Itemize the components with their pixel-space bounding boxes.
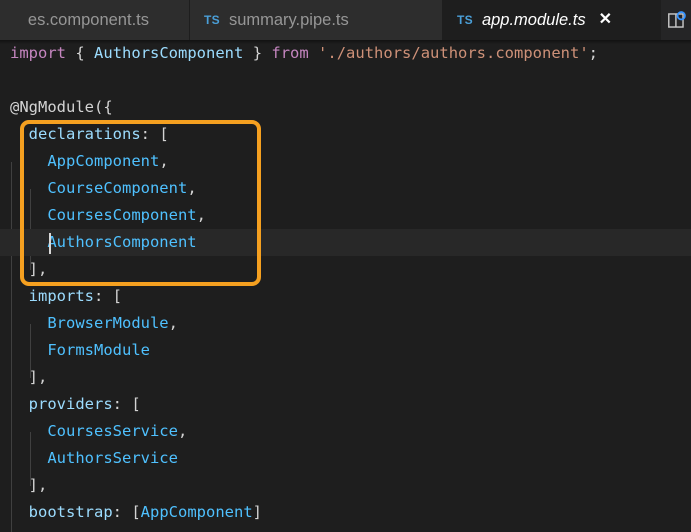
code-token: AuthorsComponent [47,233,196,251]
code-token: : [ [113,395,141,413]
code-line[interactable]: providers: [ [0,391,691,418]
code-token [10,152,47,170]
code-token: imports [29,287,94,305]
code-token [10,422,47,440]
typescript-file-icon: TS [204,13,220,27]
code-token: AppComponent [47,152,159,170]
code-token: CoursesService [47,422,178,440]
code-line[interactable]: CoursesComponent, [0,202,691,229]
code-line[interactable]: AppComponent, [0,148,691,175]
code-token: , [187,179,196,197]
tab-app-module[interactable]: TS app.module.ts ✕ [443,0,661,40]
tab-courses-component[interactable]: es.component.ts [0,0,190,40]
editor-action-bar [663,0,691,40]
code-token: BrowserModule [47,314,168,332]
code-token: : [ [94,287,122,305]
code-token: : [ [113,503,141,521]
code-token: ], [29,260,48,278]
code-token: ], [29,368,48,386]
code-token: CoursesComponent [47,206,196,224]
code-line[interactable] [0,67,691,94]
code-token: { [75,44,84,62]
code-token: FormsModule [47,341,150,359]
code-token: import [10,44,66,62]
code-line[interactable]: AuthorsComponent [0,229,691,256]
code-token [10,503,29,521]
code-token [10,233,47,251]
code-line[interactable]: import { AuthorsComponent } from './auth… [0,40,691,67]
code-token [10,314,47,332]
code-line[interactable]: bootstrap: [AppComponent] [0,499,691,526]
code-token: , [178,422,187,440]
tab-label: app.module.ts [482,11,586,30]
code-token: AuthorsComponent [94,44,243,62]
code-token [262,44,271,62]
code-token: declarations [29,125,141,143]
text-cursor [49,233,51,254]
code-token [10,368,29,386]
code-token: AppComponent [141,503,253,521]
code-editor-area[interactable]: import { AuthorsComponent } from './auth… [0,40,691,532]
code-token [10,179,47,197]
tab-label: es.component.ts [28,11,149,30]
code-token: CourseComponent [47,179,187,197]
code-token: ] [253,503,262,521]
code-token: './authors/authors.component' [318,44,589,62]
typescript-file-icon: TS [457,13,473,27]
code-token [10,395,29,413]
code-token: : [ [141,125,169,143]
split-editor-icon[interactable] [663,7,689,33]
code-token [10,287,29,305]
code-token: from [271,44,308,62]
code-content[interactable]: import { AuthorsComponent } from './auth… [0,40,691,526]
editor-tab-bar: es.component.ts TS summary.pipe.ts TS ap… [0,0,691,40]
code-token [10,449,47,467]
code-token: } [253,44,262,62]
code-token: ], [29,476,48,494]
code-token: , [197,206,206,224]
code-token: , [159,152,168,170]
code-line[interactable]: ], [0,364,691,391]
vscode-editor-window: es.component.ts TS summary.pipe.ts TS ap… [0,0,691,532]
code-token [243,44,252,62]
code-token [66,44,75,62]
code-line[interactable]: CoursesService, [0,418,691,445]
code-line[interactable]: ], [0,256,691,283]
code-token [10,260,29,278]
tab-summary-pipe[interactable]: TS summary.pipe.ts [190,0,443,40]
code-line[interactable]: AuthorsService [0,445,691,472]
code-token [10,341,47,359]
close-icon[interactable]: ✕ [599,12,612,28]
code-token: bootstrap [29,503,113,521]
code-token [85,44,94,62]
code-token: ; [589,44,598,62]
code-token: , [169,314,178,332]
code-token [10,125,29,143]
code-line[interactable]: imports: [ [0,283,691,310]
tab-label: summary.pipe.ts [229,11,349,30]
code-token [10,476,29,494]
code-line[interactable]: @NgModule({ [0,94,691,121]
code-token: providers [29,395,113,413]
code-line[interactable]: declarations: [ [0,121,691,148]
code-line[interactable]: BrowserModule, [0,310,691,337]
code-line[interactable]: FormsModule [0,337,691,364]
code-token [10,206,47,224]
code-token: @NgModule({ [10,98,113,116]
code-token [309,44,318,62]
code-token: AuthorsService [47,449,178,467]
code-line[interactable]: ], [0,472,691,499]
code-line[interactable]: CourseComponent, [0,175,691,202]
